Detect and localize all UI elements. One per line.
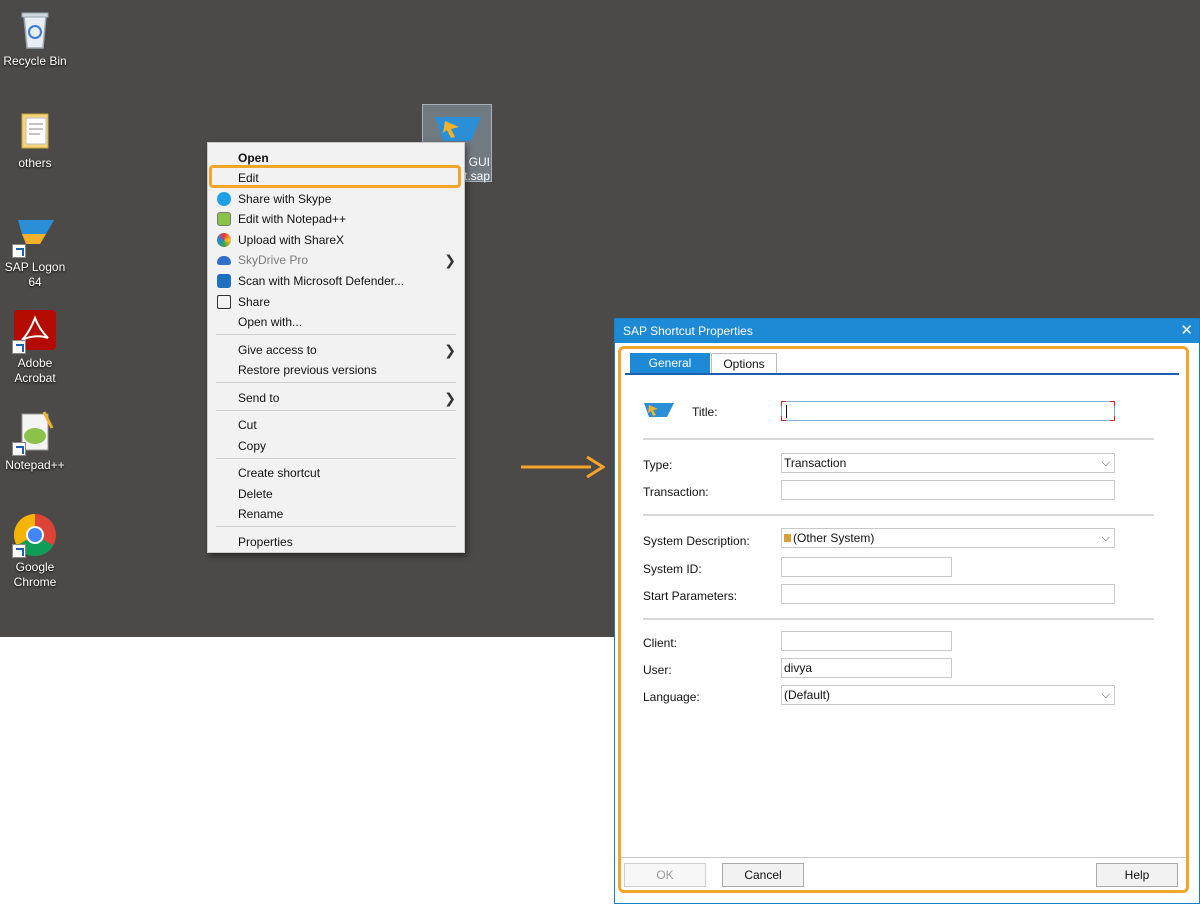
desktop-icon-label: Recycle Bin [3, 54, 67, 68]
desktop-icon-label: Google Chrome [13, 560, 57, 589]
sap-shortcut-properties-dialog: SAP Shortcut Properties ✕ General Option… [614, 318, 1200, 904]
menu-separator [216, 334, 456, 335]
menu-item-send-to[interactable]: Send to ❯ [208, 388, 464, 408]
menu-item-share[interactable]: Share [208, 292, 464, 312]
desktop-icon-others[interactable]: others [0, 108, 70, 171]
menu-item-share-with-skype[interactable]: Share with Skype [208, 189, 464, 209]
sharex-icon [217, 233, 231, 247]
context-menu: Open Edit Share with Skype Edit with Not… [207, 142, 465, 553]
google-chrome-icon [12, 512, 58, 558]
menu-item-create-shortcut[interactable]: Create shortcut [208, 463, 464, 483]
shortcut-arrow-icon [12, 340, 26, 354]
shortcut-arrow-icon [12, 544, 26, 558]
recycle-bin-icon [12, 6, 58, 52]
desktop-icon-sap-logon[interactable]: SAP Logon 64 [0, 212, 70, 290]
shortcut-arrow-icon [12, 244, 26, 258]
menu-item-copy[interactable]: Copy [208, 436, 464, 456]
defender-icon [217, 274, 231, 288]
desktop-icon-label: SAP Logon 64 [4, 260, 66, 289]
menu-item-rename[interactable]: Rename [208, 504, 464, 524]
menu-item-delete[interactable]: Delete [208, 484, 464, 504]
dialog-title: SAP Shortcut Properties [623, 324, 753, 338]
onedrive-icon [217, 256, 231, 265]
submenu-chevron-icon: ❯ [444, 342, 456, 358]
skype-icon [217, 192, 231, 206]
menu-item-properties[interactable]: Properties [208, 532, 464, 552]
menu-separator [216, 526, 456, 527]
folder-icon [12, 108, 58, 154]
menu-item-skydrive-pro[interactable]: SkyDrive Pro ❯ [208, 250, 464, 270]
menu-separator [216, 382, 456, 383]
menu-separator [216, 458, 456, 459]
desktop-icon-notepad-plus-plus[interactable]: Notepad++ [0, 410, 70, 473]
menu-item-restore-previous-versions[interactable]: Restore previous versions [208, 360, 464, 380]
menu-item-cut[interactable]: Cut [208, 415, 464, 435]
submenu-chevron-icon: ❯ [444, 252, 456, 268]
shortcut-arrow-icon [12, 442, 26, 456]
dialog-titlebar: SAP Shortcut Properties ✕ [615, 319, 1199, 343]
notepad-icon [217, 212, 231, 226]
adobe-acrobat-icon [12, 308, 58, 354]
sap-shortcut-icon [435, 117, 481, 141]
menu-item-upload-with-sharex[interactable]: Upload with ShareX [208, 230, 464, 250]
notepad-plus-plus-icon [12, 410, 58, 456]
desktop-icon-label: Notepad++ [5, 458, 65, 472]
menu-item-edit-with-notepad[interactable]: Edit with Notepad++ [208, 209, 464, 229]
desktop-icon-recycle-bin[interactable]: Recycle Bin [0, 6, 70, 69]
sap-logon-icon [12, 212, 58, 258]
submenu-chevron-icon: ❯ [444, 390, 456, 406]
arrow-right-icon [521, 456, 605, 478]
menu-item-scan-with-defender[interactable]: Scan with Microsoft Defender... [208, 271, 464, 291]
menu-item-open-with[interactable]: Open with... [208, 312, 464, 332]
desktop-icon-google-chrome[interactable]: Google Chrome [0, 512, 70, 590]
share-icon [217, 295, 231, 309]
desktop-icon-label: others [18, 156, 52, 170]
edit-highlight-box [209, 165, 461, 188]
desktop-icon-label: Adobe Acrobat [14, 356, 56, 385]
desktop-icon-adobe-acrobat[interactable]: Adobe Acrobat [0, 308, 70, 386]
close-icon[interactable]: ✕ [1180, 319, 1193, 343]
menu-item-give-access-to[interactable]: Give access to ❯ [208, 340, 464, 360]
dialog-highlight-frame [618, 346, 1189, 893]
menu-separator [216, 410, 456, 411]
